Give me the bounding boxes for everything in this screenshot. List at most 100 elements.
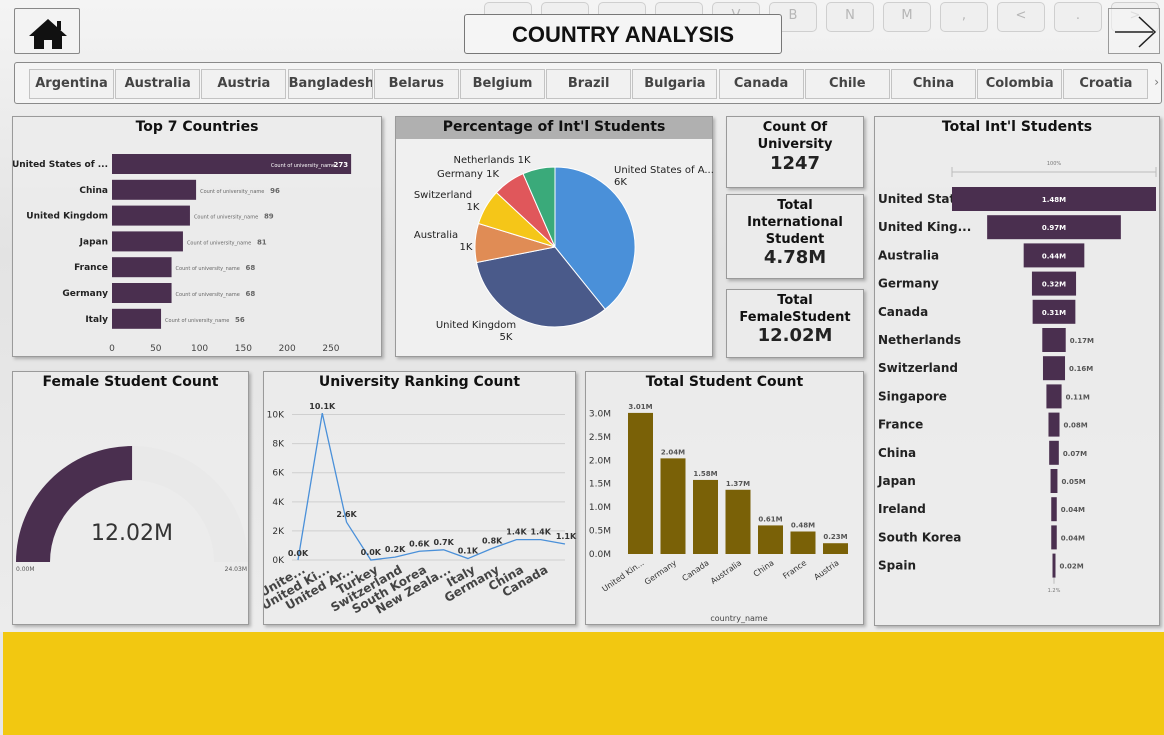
total-data-label: 3.01M bbox=[628, 403, 652, 411]
pie-slice-label: Switzerland bbox=[414, 190, 472, 201]
home-icon bbox=[29, 19, 67, 49]
total-bar[interactable] bbox=[758, 525, 783, 554]
chevron-right-icon[interactable]: › bbox=[1154, 75, 1159, 89]
funnel-category-label: Spain bbox=[878, 559, 916, 573]
slicer-item-chile[interactable]: Chile bbox=[804, 69, 890, 99]
top7-panel: Top 7 Countries United States of ... Coun… bbox=[12, 116, 382, 357]
top7-data-value: 81 bbox=[257, 238, 267, 246]
funnel-bar[interactable] bbox=[1048, 412, 1060, 437]
funnel-data-label: 0.32M bbox=[1042, 281, 1066, 289]
total-x-tick: United Kin... bbox=[600, 558, 645, 593]
slicer-item-belarus[interactable]: Belarus bbox=[373, 69, 459, 99]
total-x-tick: Austria bbox=[812, 558, 840, 582]
keyboard-key: M bbox=[883, 2, 931, 32]
funnel-category-label: Canada bbox=[878, 305, 928, 319]
top7-bar[interactable] bbox=[112, 308, 162, 329]
funnel-category-label: Japan bbox=[877, 474, 916, 488]
top7-x-tick: 100 bbox=[191, 344, 208, 354]
ranking-data-label: 0.7K bbox=[433, 538, 454, 547]
funnel-bar[interactable] bbox=[1042, 328, 1066, 352]
gauge-chart: 12.02M 0.00M 24.03M bbox=[16, 446, 248, 573]
top7-data-label: Count of university_name bbox=[176, 292, 240, 298]
funnel-data-label: 0.31M bbox=[1042, 309, 1066, 317]
slicer-item-china[interactable]: China bbox=[891, 69, 976, 99]
total-y-tick: 2.5M bbox=[589, 433, 611, 443]
total-bar[interactable] bbox=[628, 412, 653, 554]
total-bar[interactable] bbox=[823, 543, 848, 554]
top7-category-label: France bbox=[74, 263, 108, 273]
funnel-data-label: 1.48M bbox=[1042, 196, 1066, 204]
ranking-y-tick: 4K bbox=[272, 498, 285, 508]
funnel-category-label: South Korea bbox=[878, 530, 961, 544]
kpi-total-female: Total FemaleStudent 12.02M bbox=[726, 289, 864, 358]
kpi-total-female-value: 12.02M bbox=[757, 325, 833, 346]
arrow-right-icon bbox=[1115, 16, 1157, 48]
top7-bar[interactable] bbox=[112, 179, 197, 200]
top7-x-tick: 250 bbox=[322, 344, 339, 354]
funnel-bar[interactable] bbox=[1042, 356, 1066, 381]
funnel-bottom-pct: 1.2% bbox=[1048, 588, 1061, 594]
slicer-item-australia[interactable]: Australia bbox=[115, 69, 201, 99]
total-y-tick: 0.5M bbox=[589, 527, 611, 537]
slicer-item-bangladesh[interactable]: Bangladesh bbox=[287, 69, 373, 99]
kpi-total-international: Total International Student 4.78M bbox=[726, 194, 864, 279]
next-page-button[interactable] bbox=[1108, 8, 1160, 54]
top7-x-tick: 0 bbox=[109, 344, 115, 354]
top7-x-tick: 50 bbox=[150, 344, 162, 354]
kpi-count-university-value: 1247 bbox=[769, 153, 821, 174]
funnel-bar[interactable] bbox=[1051, 497, 1057, 522]
funnel-category-label: United King... bbox=[878, 220, 971, 234]
funnel-data-label: 0.16M bbox=[1069, 365, 1093, 373]
kpi-total-female-title: Total FemaleStudent bbox=[739, 293, 851, 325]
total-bar[interactable] bbox=[725, 489, 751, 554]
slicer-item-brazil[interactable]: Brazil bbox=[546, 69, 632, 99]
slicer-item-belgium[interactable]: Belgium bbox=[460, 69, 545, 99]
total-bar[interactable] bbox=[693, 479, 718, 554]
slicer-item-austria[interactable]: Austria bbox=[201, 69, 287, 99]
top7-bar[interactable] bbox=[112, 283, 172, 303]
pie-panel: Percentage of Int'l Students United Stat… bbox=[395, 116, 714, 357]
pie-slice-value: 5K bbox=[500, 332, 513, 343]
top7-category-label: China bbox=[79, 186, 108, 196]
funnel-bar[interactable] bbox=[1049, 440, 1059, 465]
ranking-y-tick: 8K bbox=[272, 440, 285, 450]
funnel-category-label: Ireland bbox=[878, 502, 926, 516]
ranking-data-label: 0.0K bbox=[288, 549, 309, 558]
funnel-panel: Total Int'l Students 100% United Stat... 1… bbox=[874, 116, 1160, 626]
top7-bar[interactable] bbox=[112, 205, 190, 226]
top7-data-label: Count of university_name bbox=[176, 266, 240, 272]
slicer-item-colombia[interactable]: Colombia bbox=[977, 69, 1063, 99]
total-bar[interactable] bbox=[660, 458, 686, 554]
funnel-bar[interactable] bbox=[1050, 469, 1058, 493]
slicer-item-bulgaria[interactable]: Bulgaria bbox=[632, 69, 718, 99]
slicer-item-canada[interactable]: Canada bbox=[718, 69, 804, 99]
total-x-tick: Australia bbox=[709, 558, 743, 586]
funnel-bar[interactable] bbox=[1051, 525, 1057, 550]
funnel-bar[interactable] bbox=[1052, 553, 1056, 578]
pie-chart: United States of A...6K United Kingdom5K A… bbox=[414, 155, 714, 343]
ranking-chart: 0K2K4K6K8K10K0.0K10.1K2.6K0.0K 0.2K0.6K 0.… bbox=[264, 402, 577, 617]
top7-category-label: Germany bbox=[62, 289, 108, 299]
top7-bar[interactable] bbox=[112, 257, 172, 278]
funnel-top-pct: 100% bbox=[1047, 161, 1062, 167]
total-x-tick: China bbox=[752, 558, 776, 579]
funnel-data-label: 0.11M bbox=[1066, 393, 1090, 401]
funnel-bar[interactable] bbox=[1046, 384, 1062, 409]
total-panel: Total Student Count 0.0M 0.5M 1.0M 1.5M 2.0M… bbox=[585, 371, 864, 625]
ranking-line[interactable] bbox=[297, 412, 566, 561]
keyboard-key: . bbox=[1054, 2, 1102, 32]
top7-x-tick: 200 bbox=[279, 344, 296, 354]
slicer-item-croatia[interactable]: Croatia bbox=[1063, 69, 1149, 99]
total-data-label: 0.23M bbox=[823, 533, 847, 541]
total-bar[interactable] bbox=[790, 531, 816, 555]
top7-data-label: Count of university_name bbox=[194, 215, 258, 221]
funnel-category-label: France bbox=[878, 418, 923, 432]
top7-bar[interactable] bbox=[112, 231, 183, 252]
slicer-item-argentina[interactable]: Argentina bbox=[29, 69, 114, 99]
pie-slice-value: 6K bbox=[614, 177, 627, 188]
funnel-data-label: 0.44M bbox=[1042, 252, 1066, 260]
top7-category-label: United States of ... bbox=[13, 160, 108, 170]
pie-slice-label: Germany 1K bbox=[437, 169, 500, 180]
home-button[interactable] bbox=[14, 8, 80, 54]
top7-data-label: Count of university_name bbox=[271, 163, 335, 169]
